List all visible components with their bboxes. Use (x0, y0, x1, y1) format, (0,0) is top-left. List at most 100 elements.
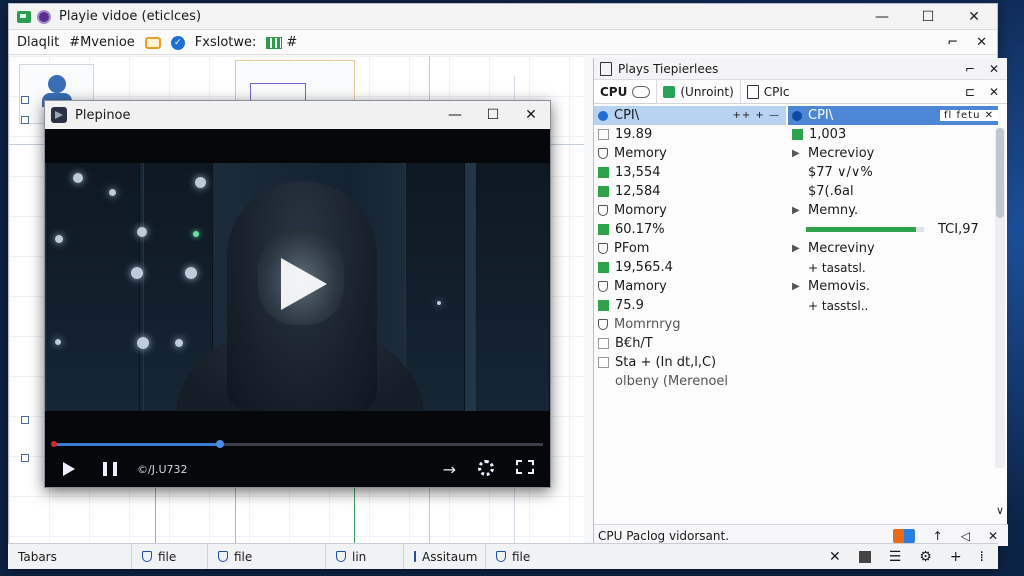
list-item[interactable]: ▶ Memovis. (788, 277, 998, 296)
video-player-window[interactable]: Plepinoe — ☐ ✕ ©/J.U732 → (44, 100, 551, 488)
list-item[interactable]: Sta + (In dt,l,C) (594, 353, 786, 372)
list-item[interactable]: Memory (594, 144, 786, 163)
light-dot (73, 173, 83, 183)
list-item[interactable]: PFom (594, 239, 786, 258)
stop-icon[interactable] (858, 550, 871, 563)
maximize-button[interactable]: ☐ (905, 4, 951, 29)
report-icon[interactable] (892, 528, 915, 543)
check-badge-icon[interactable]: ✓ (170, 35, 185, 50)
list-item[interactable]: 75.9 (594, 296, 786, 315)
forward-icon[interactable]: → (443, 460, 456, 479)
panel-close-button[interactable]: ✕ (989, 62, 999, 76)
tab-label: CPU (600, 84, 628, 99)
send-button[interactable]: ◁ (961, 529, 970, 543)
list-item[interactable]: 60.17% (594, 220, 786, 239)
list-item[interactable]: 13,554 (594, 163, 786, 182)
menu-item-3[interactable]: Fxslotwe: (195, 35, 257, 50)
fullscreen-icon[interactable] (516, 459, 534, 474)
anchor-handle[interactable] (21, 454, 29, 462)
list-item[interactable]: ▶ Memny. (788, 201, 998, 220)
taskbar-item-file[interactable]: file (208, 544, 326, 569)
taskbar-item-assitaum[interactable]: Assitaum (404, 544, 486, 569)
close-button[interactable]: ✕ (951, 4, 997, 29)
tray-close-button[interactable]: ✕ (829, 549, 841, 565)
player-title-bar[interactable]: Plepinoe — ☐ ✕ (45, 101, 550, 129)
pause-icon[interactable] (103, 462, 117, 476)
chevron-right-icon[interactable]: ▶ (792, 243, 802, 254)
player-title: Plepinoe (75, 107, 131, 123)
list-item[interactable]: B€h/T (594, 334, 786, 353)
video-area[interactable]: ©/J.U732 → (45, 129, 550, 487)
list-item[interactable]: CPI\ fl fetu ✕ (788, 106, 998, 125)
taskbar-item-tabars[interactable]: Tabars (8, 544, 132, 569)
menu-item-2[interactable]: #Mvenioe (69, 35, 135, 50)
anchor-handle[interactable] (21, 96, 29, 104)
list-item[interactable]: 12,584 (594, 182, 786, 201)
list-item[interactable]: CPI\ ++ + — (594, 106, 786, 125)
chevron-right-icon[interactable]: ▶ (792, 281, 802, 292)
menu-item-1[interactable]: Dlaqlit (17, 35, 59, 50)
light-dot (195, 177, 206, 188)
pin-button[interactable]: ⌐ (947, 35, 958, 50)
drag-handle-icon[interactable]: ⁞ (980, 549, 984, 565)
seek-handle[interactable] (215, 440, 224, 448)
list-item[interactable]: Mamory (594, 277, 786, 296)
panel-pin-button[interactable]: ⌐ (965, 62, 975, 76)
tab-unroint[interactable]: (Unroint) (657, 80, 741, 103)
list-item[interactable]: Momrnryg (594, 315, 786, 334)
settings-gear-icon[interactable] (478, 459, 494, 476)
seek-bar[interactable] (51, 440, 543, 448)
list-item[interactable]: ▶ Mecrevioy (788, 144, 998, 163)
server-rack (405, 163, 465, 411)
anchor-handle[interactable] (21, 116, 29, 124)
chevron-right-icon[interactable]: ▶ (792, 205, 802, 216)
chat-icon[interactable] (144, 36, 161, 49)
player-minimize-button[interactable]: — (436, 101, 474, 129)
row-actions[interactable]: fl fetu ✕ (940, 110, 998, 121)
scrollbar-thumb[interactable] (996, 128, 1004, 218)
light-dot (175, 339, 183, 347)
row-actions[interactable]: ++ + — (733, 110, 787, 121)
add-button[interactable]: + (950, 549, 962, 565)
taskbar-item-file[interactable]: file (486, 544, 562, 569)
play-icon[interactable] (63, 462, 75, 476)
list-item[interactable]: 19.89 (594, 125, 786, 144)
list-item[interactable]: 1,003 (788, 125, 998, 144)
list-item[interactable]: + tasstsl.. (788, 296, 998, 315)
video-frame[interactable] (45, 163, 550, 411)
tabs-close-button[interactable]: ✕ (989, 85, 999, 99)
app-purple-icon[interactable] (37, 9, 51, 24)
green-square-icon (598, 186, 609, 197)
menu-grid-chip[interactable]: # (266, 35, 297, 50)
list-item[interactable]: $7(.6al (788, 182, 998, 201)
menubar-close-button[interactable]: ✕ (976, 35, 987, 50)
list-item[interactable]: Momory (594, 201, 786, 220)
taskbar-item-file[interactable]: file (132, 544, 208, 569)
upload-button[interactable]: ↑ (933, 529, 943, 543)
player-close-button[interactable]: ✕ (512, 101, 550, 129)
taskbar-item-lin[interactable]: lin (326, 544, 404, 569)
footer-close-button[interactable]: ✕ (988, 529, 998, 543)
list-item[interactable]: 19,565.4 (594, 258, 786, 277)
shield-icon (598, 319, 608, 330)
list-item[interactable]: olbeny (Merenoel (594, 372, 786, 391)
tab-cpic[interactable]: CPIc (741, 80, 796, 103)
anchor-handle[interactable] (21, 416, 29, 424)
panel-scrollbar[interactable] (995, 128, 1005, 468)
chevron-right-icon[interactable]: ▶ (792, 148, 802, 159)
player-controls: ©/J.U732 → (45, 455, 550, 483)
dock-button[interactable]: ⊏ (965, 85, 975, 99)
light-dot (55, 339, 61, 345)
app-green-icon[interactable] (17, 10, 31, 23)
list-item[interactable]: ▶ Mecreviny (788, 239, 998, 258)
light-dot (131, 267, 143, 279)
list-item[interactable]: + tasatsl. (788, 258, 998, 277)
menu-icon[interactable]: ☰ (889, 549, 902, 565)
minimize-button[interactable]: — (859, 4, 905, 29)
tab-cpu[interactable]: CPU (594, 80, 658, 103)
list-item[interactable]: $77 ∨/∨% (788, 163, 998, 182)
settings-icon[interactable]: ⚙ (919, 549, 932, 565)
scroll-down-button[interactable]: ∨ (996, 504, 1004, 517)
light-dot (137, 337, 149, 349)
player-maximize-button[interactable]: ☐ (474, 101, 512, 129)
